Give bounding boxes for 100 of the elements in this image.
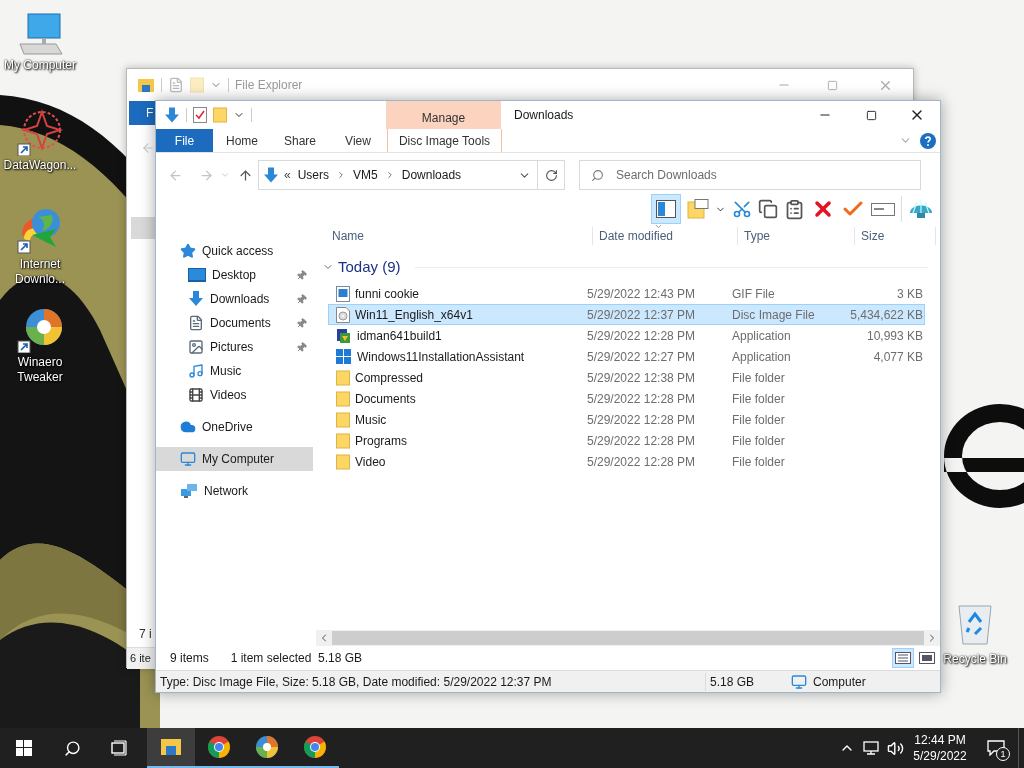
date-cell-text: 5/29/2022 12:38 PM	[587, 369, 697, 387]
ribbon-tab[interactable]: View	[329, 129, 387, 152]
nav-item[interactable]: Documents	[156, 311, 313, 335]
nav-item-label[interactable]: OneDrive	[202, 418, 313, 436]
address-bar[interactable]: « Users VM5 Downloads	[258, 160, 538, 190]
nav-item[interactable]: Downloads	[156, 287, 313, 311]
volume-icon[interactable]	[887, 739, 904, 757]
ribbon-tab[interactable]: Share	[271, 129, 329, 152]
column-header[interactable]: Date modified	[592, 227, 737, 245]
ribbon-tab[interactable]: F	[129, 101, 155, 125]
file-row[interactable]: Win11_English_x64v1 5/29/2022 12:37 PM Disc Image File 5,434,622 KB	[328, 304, 925, 325]
nav-item[interactable]: My Computer	[156, 447, 313, 471]
search-icon[interactable]	[63, 739, 81, 757]
file-row[interactable]: idman641build1 5/29/2022 12:28 PM Application 10,993 KB	[328, 325, 925, 346]
folder-icon[interactable]	[137, 77, 155, 93]
nav-item-label[interactable]: Pictures	[210, 338, 290, 356]
folder-taskbar-icon[interactable]	[147, 728, 195, 768]
column-header[interactable]: Name	[332, 227, 592, 245]
desktop-icon-label[interactable]: Winaero Tweaker	[1, 355, 79, 385]
clock-time[interactable]: 12:44 PM	[914, 732, 966, 748]
nav-item[interactable]: Quick access	[156, 239, 313, 263]
windows-logo-icon[interactable]	[16, 740, 32, 756]
group-header[interactable]: Today (9)	[338, 255, 401, 279]
size-cell-text: 4,077 KB	[872, 348, 923, 366]
nav-item[interactable]: Pictures	[156, 335, 313, 359]
desktop-icon-label[interactable]: Recycle Bin	[943, 652, 1007, 667]
breadcrumb[interactable]: Users	[295, 166, 332, 184]
date-cell-text: 5/29/2022 12:28 PM	[587, 390, 697, 408]
recycle-bin-icon[interactable]	[955, 602, 995, 646]
file-name[interactable]: Compressed	[355, 368, 424, 387]
nav-item-label[interactable]: Videos	[210, 386, 313, 404]
file-row[interactable]: Documents 5/29/2022 12:28 PM File folder	[328, 388, 925, 409]
selection-info: 1 item selected 5.18 GB	[230, 650, 363, 667]
monitor-icon	[180, 451, 196, 467]
file-name[interactable]: Video	[355, 452, 386, 471]
maximize-icon[interactable]	[865, 109, 877, 121]
type-cell-text: File folder	[732, 369, 786, 387]
nav-item[interactable]: Network	[156, 479, 313, 503]
file-row[interactable]: Windows11InstallationAssistant 5/29/2022 12:27 PM Application 4,077 KB	[328, 346, 925, 367]
file-name[interactable]: Windows11InstallationAssistant	[357, 347, 525, 366]
nav-item-label[interactable]: Quick access	[202, 242, 313, 260]
file-name[interactable]: idman641build1	[357, 326, 442, 345]
file-row[interactable]: funni cookie 5/29/2022 12:43 PM GIF File 3 KB	[328, 283, 925, 304]
nav-item-label[interactable]: Documents	[210, 314, 290, 332]
file-row[interactable]: Music 5/29/2022 12:28 PM File folder	[328, 409, 925, 430]
desktop-icon-label[interactable]: My Computer	[1, 58, 79, 73]
clock-date[interactable]: 5/29/2022	[913, 748, 967, 764]
nav-item-label[interactable]: Downloads	[210, 290, 290, 308]
network-icon[interactable]	[863, 740, 881, 756]
file-name[interactable]: Documents	[355, 389, 416, 408]
file-row[interactable]: Compressed 5/29/2022 12:38 PM File folder	[328, 367, 925, 388]
file-name[interactable]: funni cookie	[355, 284, 420, 303]
file-name[interactable]: Win11_English_x64v1	[355, 305, 473, 324]
nav-item-label[interactable]: Network	[204, 482, 313, 500]
nav-item[interactable]: Desktop	[156, 263, 313, 287]
details-view-button[interactable]	[892, 648, 914, 668]
cloud-icon	[180, 419, 196, 435]
nav-item[interactable]: OneDrive	[156, 415, 313, 439]
ribbon-tab[interactable]: Disc Image Tools	[387, 129, 502, 152]
breadcrumb[interactable]: Downloads	[399, 166, 464, 184]
file-row[interactable]: Programs 5/29/2022 12:28 PM File folder	[328, 430, 925, 451]
breadcrumb[interactable]: VM5	[351, 166, 380, 184]
file-name[interactable]: Music	[355, 410, 387, 429]
cut-icon[interactable]	[732, 199, 752, 219]
copy-icon[interactable]	[758, 199, 778, 219]
nav-highlight	[131, 217, 157, 239]
preview-pane-button[interactable]	[651, 194, 681, 224]
type-cell-text: File folder	[732, 390, 786, 408]
clock[interactable]: 12:44 PM 5/29/2022	[910, 732, 970, 764]
help-icon[interactable]	[920, 132, 936, 149]
notification-icon[interactable]	[987, 740, 1005, 756]
nav-item-label[interactable]: Desktop	[212, 266, 290, 284]
computer-icon[interactable]	[16, 12, 64, 56]
starburst-icon[interactable]	[16, 108, 64, 156]
rename-icon[interactable]	[871, 201, 895, 217]
properties-icon[interactable]	[193, 107, 207, 123]
paste-icon[interactable]	[784, 198, 805, 220]
nav-item-label[interactable]: Music	[210, 362, 313, 380]
ribbon-tab[interactable]: Home	[213, 129, 271, 152]
date-cell-text: 5/29/2022 12:28 PM	[587, 327, 697, 345]
search-field[interactable]: Search Downloads	[579, 160, 921, 190]
refresh-icon[interactable]	[544, 168, 558, 182]
column-header[interactable]: Size	[854, 227, 936, 245]
nav-item[interactable]: Videos	[156, 383, 313, 407]
task-view-icon[interactable]	[111, 740, 129, 756]
network-icon	[180, 483, 198, 499]
refresh-button[interactable]	[538, 160, 565, 190]
picture-icon	[188, 339, 204, 355]
file-name[interactable]: Programs	[355, 431, 407, 450]
note-folder-icon[interactable]	[687, 199, 709, 219]
download-arrow-icon[interactable]	[164, 106, 180, 124]
horizontal-scrollbar[interactable]	[316, 630, 940, 646]
file-row[interactable]: Video 5/29/2022 12:28 PM File folder	[328, 451, 925, 472]
overflow-chevrons[interactable]: «	[284, 166, 291, 184]
shell-icon[interactable]	[908, 197, 934, 221]
nav-item-label[interactable]: My Computer	[202, 450, 313, 468]
ribbon-tab[interactable]: File	[156, 129, 213, 152]
nav-item[interactable]: Music	[156, 359, 313, 383]
up-icon[interactable]	[238, 167, 253, 183]
column-header[interactable]: Type	[737, 227, 854, 245]
